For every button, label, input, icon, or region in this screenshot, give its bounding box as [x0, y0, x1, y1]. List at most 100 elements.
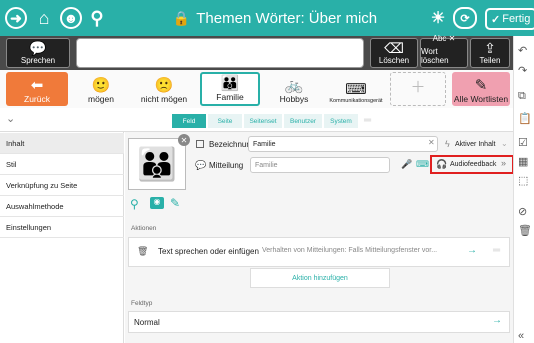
tab-seitenset[interactable]: Seitenset: [244, 114, 282, 128]
plus-icon: ＋: [410, 79, 426, 96]
dislike-cell[interactable]: 🙁 nicht mögen: [133, 72, 195, 106]
family-icon: 👪: [220, 75, 240, 92]
delete-button[interactable]: ⌫ Löschen: [370, 38, 418, 68]
active-content-label[interactable]: Aktiver Inhalt: [455, 141, 495, 148]
label-checkbox[interactable]: [196, 140, 204, 148]
tab-benutzer[interactable]: Benutzer: [284, 114, 322, 128]
all-wordlists-label: Alle Wortlisten: [453, 94, 509, 104]
headphones-icon: 🎧: [436, 159, 448, 169]
search-icon[interactable]: ⚲: [86, 7, 108, 29]
hobbies-label: Hobbys: [279, 94, 309, 104]
sync-icon[interactable]: ⟳: [453, 7, 477, 29]
family-cell[interactable]: 👪 Familie: [200, 72, 260, 106]
family-image[interactable]: 👪: [128, 138, 186, 190]
device-icon: ⌨: [345, 81, 367, 98]
delete-word-icon: Abc ✕: [432, 34, 456, 43]
collapse-chevron-icon[interactable]: ⌄: [6, 112, 15, 125]
speak-label: Sprechen: [20, 56, 56, 65]
menu-item-selection[interactable]: Auswahlmethode: [0, 196, 124, 217]
tab-seite[interactable]: Seite: [208, 114, 242, 128]
dislike-label: nicht mögen: [140, 94, 188, 104]
paste-icon[interactable]: 📋: [518, 112, 532, 125]
add-action-button[interactable]: Aktion hinzufügen: [250, 268, 390, 288]
audiofeedback-label[interactable]: Audiofeedback: [450, 161, 496, 168]
action-title: Text sprechen oder einfügen: [158, 247, 259, 256]
share-label: Teilen: [479, 56, 501, 65]
collapse-panel-icon[interactable]: «: [518, 330, 524, 342]
add-cell[interactable]: ＋: [390, 72, 446, 106]
like-cell[interactable]: 🙂 mögen: [72, 72, 130, 106]
back-label: Zurück: [24, 94, 50, 104]
speech-bubble-icon: 💬: [29, 40, 47, 56]
back-cell[interactable]: ⬅ Zurück: [6, 72, 68, 106]
right-sidebar: [513, 36, 534, 343]
delete-icon[interactable]: 🗑: [518, 224, 532, 237]
forward-icon[interactable]: ➜: [5, 7, 27, 29]
fieldtype-row[interactable]: [128, 311, 510, 333]
like-label: mögen: [88, 94, 114, 104]
device-label: Kommunikationsgerät: [329, 98, 383, 104]
grid-icon[interactable]: ▦: [518, 155, 528, 168]
family-label: Familie: [216, 92, 244, 102]
expand-double-chevron-icon[interactable]: »: [501, 158, 506, 168]
page-title-text: Themen Wörter: Über mich: [196, 9, 378, 27]
back-arrow-icon: ⬅: [30, 77, 44, 94]
camera-icon[interactable]: ◉: [150, 197, 164, 209]
hobbies-icon: 🚲: [284, 77, 304, 94]
message-bubble-icon: 💬: [195, 160, 207, 170]
share-button[interactable]: ⇪ Teilen: [470, 38, 510, 68]
checkmark-icon: ✓: [491, 13, 501, 26]
page-title: 🔒 Themen Wörter: Über mich: [150, 0, 400, 36]
copy-icon[interactable]: ⧉: [518, 90, 526, 103]
tab-system[interactable]: System: [324, 114, 358, 128]
brightness-icon[interactable]: ☀: [427, 7, 449, 29]
trash-icon[interactable]: 🗑: [137, 246, 148, 257]
message-bar[interactable]: [76, 38, 364, 68]
menu-item-stil[interactable]: Stil: [0, 154, 124, 175]
fieldtype-heading: Feldtyp: [131, 300, 153, 307]
action-description: Verhalten von Mitteilungen: Falls Mittei…: [262, 247, 438, 254]
lock-icon: 🔒: [172, 9, 191, 26]
backspace-icon: ⌫: [384, 40, 404, 56]
done-label: Fertig: [502, 13, 531, 25]
hobbies-cell[interactable]: 🚲 Hobbys: [266, 72, 322, 106]
delete-label: Löschen: [378, 56, 410, 65]
select-region-icon[interactable]: ⬚: [518, 174, 528, 187]
share-icon: ⇪: [484, 40, 496, 56]
delete-word-button[interactable]: Abc ✕ Wort löschen: [420, 34, 468, 68]
edit-box-icon[interactable]: ☑: [518, 136, 528, 149]
fieldtype-value: Normal: [134, 318, 160, 327]
redo-icon[interactable]: ↷: [518, 64, 527, 77]
menu-item-link[interactable]: Verknüpfung zu Seite: [0, 175, 124, 196]
eraser-icon: ✎: [474, 77, 488, 94]
menu-item-inhalt[interactable]: Inhalt: [0, 133, 124, 154]
drag-handle-icon[interactable]: ═: [364, 115, 371, 126]
mitteilung-label: Mitteilung: [209, 161, 244, 170]
microphone-icon[interactable]: 🎤: [401, 159, 412, 170]
tab-feld[interactable]: Feld: [172, 114, 206, 128]
home-icon[interactable]: ⌂: [33, 7, 55, 29]
delete-word-label: Wort löschen: [421, 47, 449, 65]
fieldtype-arrow-icon[interactable]: →: [492, 315, 502, 326]
bezeichnung-input[interactable]: Familie: [248, 136, 438, 152]
all-wordlists-cell[interactable]: ✎ Alle Wortlisten: [452, 72, 510, 106]
action-drag-handle-icon[interactable]: ═: [493, 245, 500, 256]
speak-button[interactable]: 💬 Sprechen: [6, 38, 70, 68]
active-content-chevron-icon[interactable]: ⌄: [501, 139, 508, 148]
menu-item-settings[interactable]: Einstellungen: [0, 217, 124, 238]
image-search-icon[interactable]: ⚲: [130, 197, 139, 211]
lightning-icon: ϟ: [445, 139, 450, 149]
mitteilung-input[interactable]: Familie: [250, 157, 390, 173]
hide-icon[interactable]: ⊘: [518, 205, 527, 218]
clear-input-icon[interactable]: ✕: [428, 138, 435, 147]
undo-icon[interactable]: ↶: [518, 44, 527, 57]
device-cell[interactable]: ⌨ Kommunikationsgerät: [326, 72, 386, 106]
eyedropper-icon[interactable]: ✎: [170, 196, 180, 210]
action-arrow-icon[interactable]: →: [467, 245, 477, 256]
emoji-icon[interactable]: ☻: [60, 7, 82, 29]
remove-image-icon[interactable]: ✕: [178, 134, 190, 146]
top-bar: ➜ ⌂ ☻ ⚲ 🔒 Themen Wörter: Über mich ☀ ⟳ ✓ F…: [0, 0, 534, 36]
dislike-face-icon: 🙁: [154, 77, 174, 94]
keyboard-icon[interactable]: ⌨: [416, 159, 429, 170]
done-button[interactable]: ✓ Fertig: [485, 8, 534, 30]
